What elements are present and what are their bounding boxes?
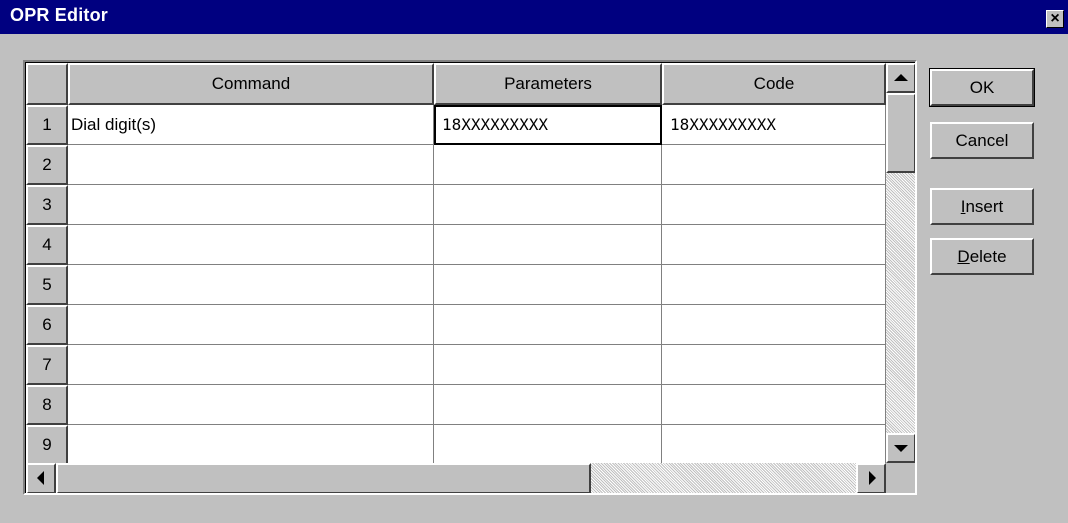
grid-viewport: Command Parameters Code 1 Dial digit(s) …: [25, 62, 915, 493]
row-header[interactable]: 5: [26, 265, 68, 305]
parameters-cell[interactable]: [434, 385, 662, 425]
column-header-command[interactable]: Command: [68, 63, 434, 105]
row-header[interactable]: 4: [26, 225, 68, 265]
command-cell[interactable]: Dial digit(s): [68, 105, 434, 145]
column-header-label: Parameters: [504, 74, 592, 93]
horizontal-scroll-thumb[interactable]: [56, 463, 591, 493]
row-header[interactable]: 6: [26, 305, 68, 345]
command-cell[interactable]: [68, 145, 434, 185]
scroll-down-button[interactable]: [886, 433, 915, 463]
row-number: 8: [42, 395, 52, 414]
parameters-cell[interactable]: [434, 185, 662, 225]
vertical-scrollbar[interactable]: [886, 63, 915, 463]
row-number: 4: [42, 235, 52, 254]
delete-button-label: Delete: [957, 246, 1007, 266]
row-number: 3: [42, 195, 52, 214]
code-cell[interactable]: [662, 305, 886, 345]
arrow-left-icon: [37, 471, 44, 485]
command-cell[interactable]: [68, 185, 434, 225]
parameters-cell[interactable]: [434, 225, 662, 265]
command-cell[interactable]: [68, 225, 434, 265]
command-cell[interactable]: [68, 265, 434, 305]
window-title: OPR Editor: [10, 5, 109, 25]
row-header[interactable]: 8: [26, 385, 68, 425]
column-header-label: Command: [211, 74, 291, 93]
code-cell[interactable]: [662, 385, 886, 425]
row-number: 9: [42, 435, 52, 454]
scroll-left-button[interactable]: [26, 463, 56, 493]
ok-button[interactable]: OK: [929, 68, 1035, 107]
row-number: 7: [42, 355, 52, 374]
cancel-button[interactable]: Cancel: [930, 122, 1034, 159]
arrow-right-icon: [869, 471, 876, 485]
close-icon: ×: [1050, 10, 1060, 27]
command-cell[interactable]: [68, 305, 434, 345]
command-cell[interactable]: [68, 345, 434, 385]
row-number: 5: [42, 275, 52, 294]
arrow-down-icon: [894, 445, 908, 452]
code-cell[interactable]: [662, 425, 886, 465]
row-header[interactable]: 1: [26, 105, 68, 145]
command-grid: Command Parameters Code 1 Dial digit(s) …: [23, 60, 917, 495]
scroll-right-button[interactable]: [856, 463, 886, 493]
title-bar: OPR Editor ×: [0, 0, 1068, 34]
scrollbar-corner: [886, 463, 915, 493]
horizontal-scrollbar[interactable]: [26, 463, 886, 493]
row-header[interactable]: 2: [26, 145, 68, 185]
close-button[interactable]: ×: [1046, 10, 1064, 28]
code-cell[interactable]: [662, 225, 886, 265]
column-header-code[interactable]: Code: [662, 63, 886, 105]
code-cell[interactable]: [662, 265, 886, 305]
parameters-cell[interactable]: [434, 345, 662, 385]
code-cell[interactable]: [662, 345, 886, 385]
code-cell[interactable]: [662, 185, 886, 225]
ok-button-label: OK: [969, 77, 995, 97]
parameters-cell[interactable]: [434, 265, 662, 305]
delete-button[interactable]: Delete: [930, 238, 1034, 275]
row-header[interactable]: 3: [26, 185, 68, 225]
command-cell[interactable]: [68, 425, 434, 465]
row-header[interactable]: 9: [26, 425, 68, 465]
cancel-button-label: Cancel: [955, 130, 1009, 150]
insert-button-label: Insert: [960, 196, 1004, 216]
column-header-label: Code: [753, 74, 795, 93]
scroll-up-button[interactable]: [886, 63, 915, 93]
row-header[interactable]: 7: [26, 345, 68, 385]
parameters-cell[interactable]: 18XXXXXXXXX: [434, 105, 662, 145]
row-number: 1: [42, 115, 52, 134]
opr-editor-window: OPR Editor × Command Parameters Code 1 D…: [0, 0, 1068, 523]
grid-corner-header: [26, 63, 68, 105]
insert-button[interactable]: Insert: [930, 188, 1034, 225]
code-cell[interactable]: 18XXXXXXXXX: [662, 105, 886, 145]
column-header-parameters[interactable]: Parameters: [434, 63, 662, 105]
parameters-cell[interactable]: [434, 425, 662, 465]
code-cell[interactable]: [662, 145, 886, 185]
arrow-up-icon: [894, 74, 908, 81]
vertical-scroll-thumb[interactable]: [886, 93, 915, 173]
command-cell[interactable]: [68, 385, 434, 425]
parameters-cell[interactable]: [434, 145, 662, 185]
row-number: 2: [42, 155, 52, 174]
parameters-cell[interactable]: [434, 305, 662, 345]
row-number: 6: [42, 315, 52, 334]
